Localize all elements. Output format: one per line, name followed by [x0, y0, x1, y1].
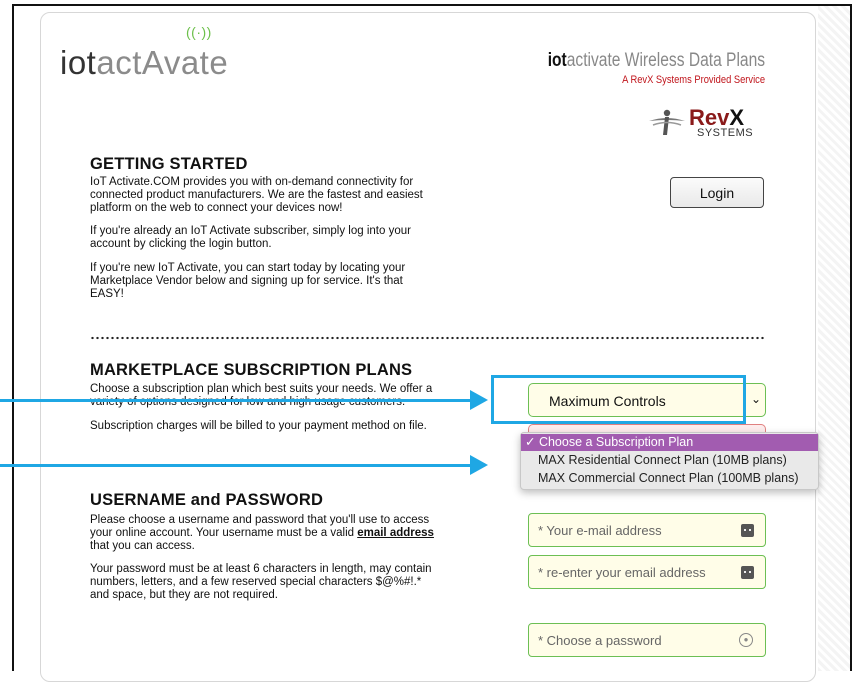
- email-confirm-field[interactable]: * re-enter your email address: [528, 555, 766, 589]
- background-pattern: [818, 6, 850, 671]
- marketplace-paragraph: Choose a subscription plan which best su…: [90, 383, 433, 408]
- annotation-arrow-1: [0, 399, 474, 402]
- revx-figure-icon: [649, 109, 685, 135]
- annotation-highlight-box: [491, 375, 746, 424]
- brand-block: iotactivate Wireless Data Plans A RevX S…: [500, 50, 765, 86]
- billing-paragraph: Subscription charges will be billed to y…: [90, 420, 427, 432]
- subscriber-paragraph: If you're already an IoT Activate subscr…: [90, 225, 411, 250]
- plan-option[interactable]: MAX Residential Connect Plan (10MB plans…: [521, 452, 818, 469]
- username-paragraph: Please choose a username and password th…: [90, 514, 434, 552]
- autofill-icon[interactable]: [741, 566, 754, 579]
- brand-subtitle: A RevX Systems Provided Service: [622, 74, 765, 86]
- signal-tower-icon: ((·)): [186, 24, 212, 40]
- new-user-paragraph: If you're new IoT Activate, you can star…: [90, 262, 406, 300]
- plan-dropdown-menu: ✓ Choose a Subscription Plan MAX Residen…: [520, 432, 819, 490]
- brand-title: iotactivate Wireless Data Plans: [547, 50, 765, 71]
- iotactivate-logo[interactable]: iotactAvate ((·)): [60, 24, 228, 82]
- login-button[interactable]: Login: [670, 177, 764, 208]
- email-field[interactable]: * Your e-mail address: [528, 513, 766, 547]
- annotation-arrow-2: [0, 464, 474, 467]
- plan-option[interactable]: ✓ Choose a Subscription Plan: [521, 434, 818, 451]
- password-field[interactable]: * Choose a password ●: [528, 623, 766, 657]
- dotted-divider: [90, 336, 766, 340]
- plan-option[interactable]: MAX Commercial Connect Plan (100MB plans…: [521, 470, 818, 487]
- intro-paragraph: IoT Activate.COM provides you with on-de…: [90, 176, 423, 214]
- password-rules-paragraph: Your password must be at least 6 charact…: [90, 563, 432, 601]
- chevron-down-icon: ⌄: [750, 392, 761, 406]
- marketplace-heading: MARKETPLACE SUBSCRIPTION PLANS: [90, 361, 413, 379]
- email-address-link[interactable]: email address: [357, 527, 434, 539]
- revx-logo: RevX SYSTEMS: [645, 105, 757, 139]
- arrow-head-icon: [470, 390, 488, 410]
- arrow-head-icon: [470, 455, 488, 475]
- username-password-heading: USERNAME and PASSWORD: [90, 491, 324, 509]
- getting-started-heading: GETTING STARTED: [90, 155, 248, 173]
- autofill-icon[interactable]: [741, 524, 754, 537]
- key-icon[interactable]: ●: [739, 633, 753, 647]
